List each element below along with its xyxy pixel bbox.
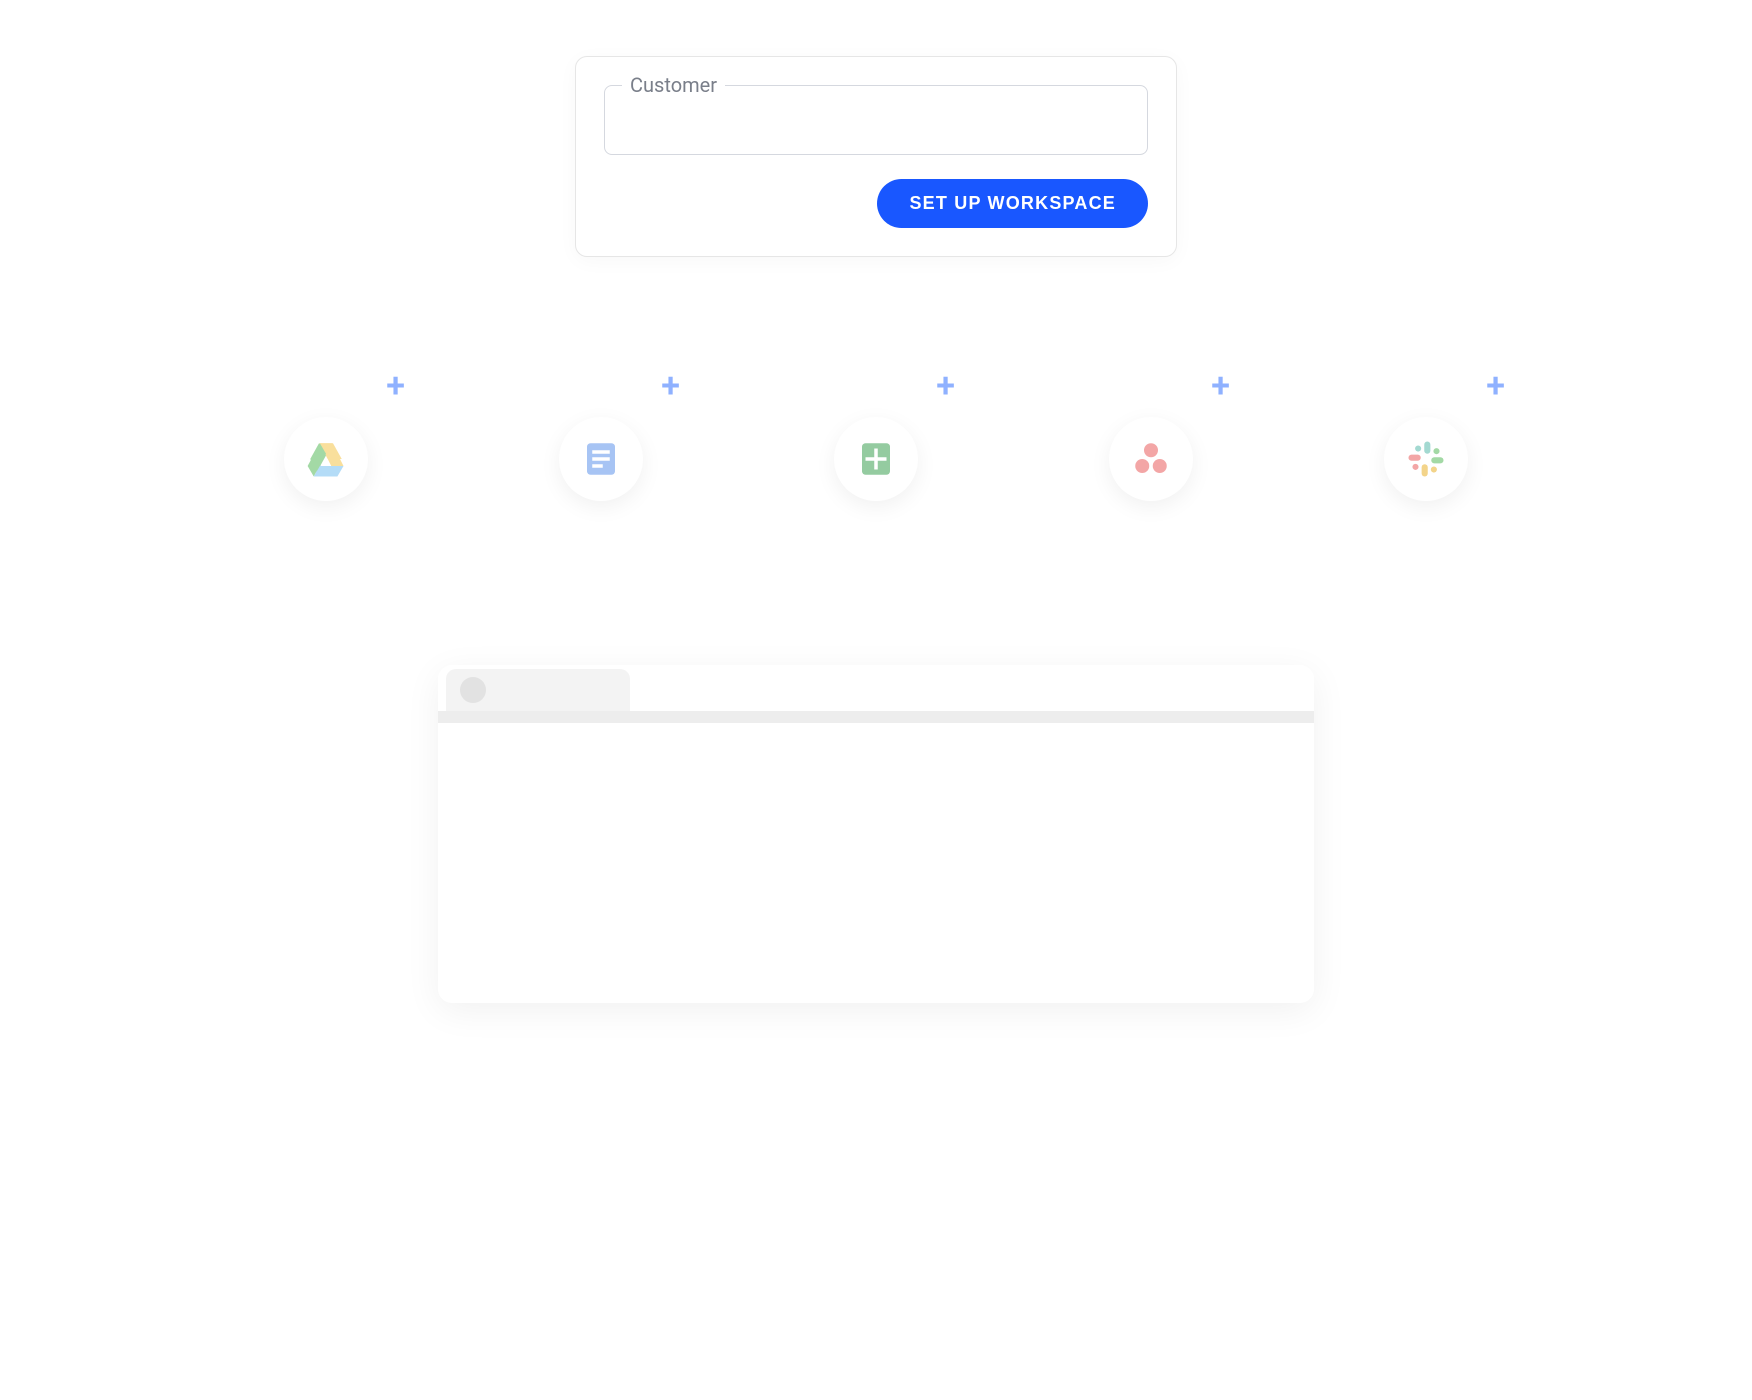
browser-tab[interactable]: [446, 669, 630, 711]
plus-icon[interactable]: +: [936, 369, 955, 403]
plus-icon[interactable]: +: [1211, 369, 1230, 403]
form-action-row: SET UP WORKSPACE: [604, 179, 1148, 228]
plus-icon[interactable]: +: [661, 369, 680, 403]
google-sheets-icon: [855, 438, 897, 480]
setup-workspace-button[interactable]: SET UP WORKSPACE: [877, 179, 1148, 228]
browser-viewport: [438, 723, 1314, 1003]
plus-icon[interactable]: +: [386, 369, 405, 403]
integration-asana[interactable]: +: [1109, 417, 1193, 501]
integration-slack[interactable]: +: [1384, 417, 1468, 501]
customer-field-wrapper: Customer: [604, 85, 1148, 155]
customer-field-label: Customer: [622, 73, 725, 97]
google-drive-icon: [305, 438, 347, 480]
browser-window-mock: [438, 665, 1314, 1003]
integration-google-docs[interactable]: +: [559, 417, 643, 501]
integration-google-sheets[interactable]: +: [834, 417, 918, 501]
slack-icon: [1405, 438, 1447, 480]
setup-workspace-card: Customer SET UP WORKSPACE: [575, 56, 1177, 257]
integration-google-drive[interactable]: +: [284, 417, 368, 501]
browser-toolbar: [438, 711, 1314, 723]
browser-tab-strip: [438, 665, 1314, 711]
tab-favicon-placeholder: [460, 677, 486, 703]
asana-icon: [1130, 438, 1172, 480]
plus-icon[interactable]: +: [1486, 369, 1505, 403]
google-docs-icon: [580, 438, 622, 480]
integrations-row: + +: [262, 417, 1490, 501]
